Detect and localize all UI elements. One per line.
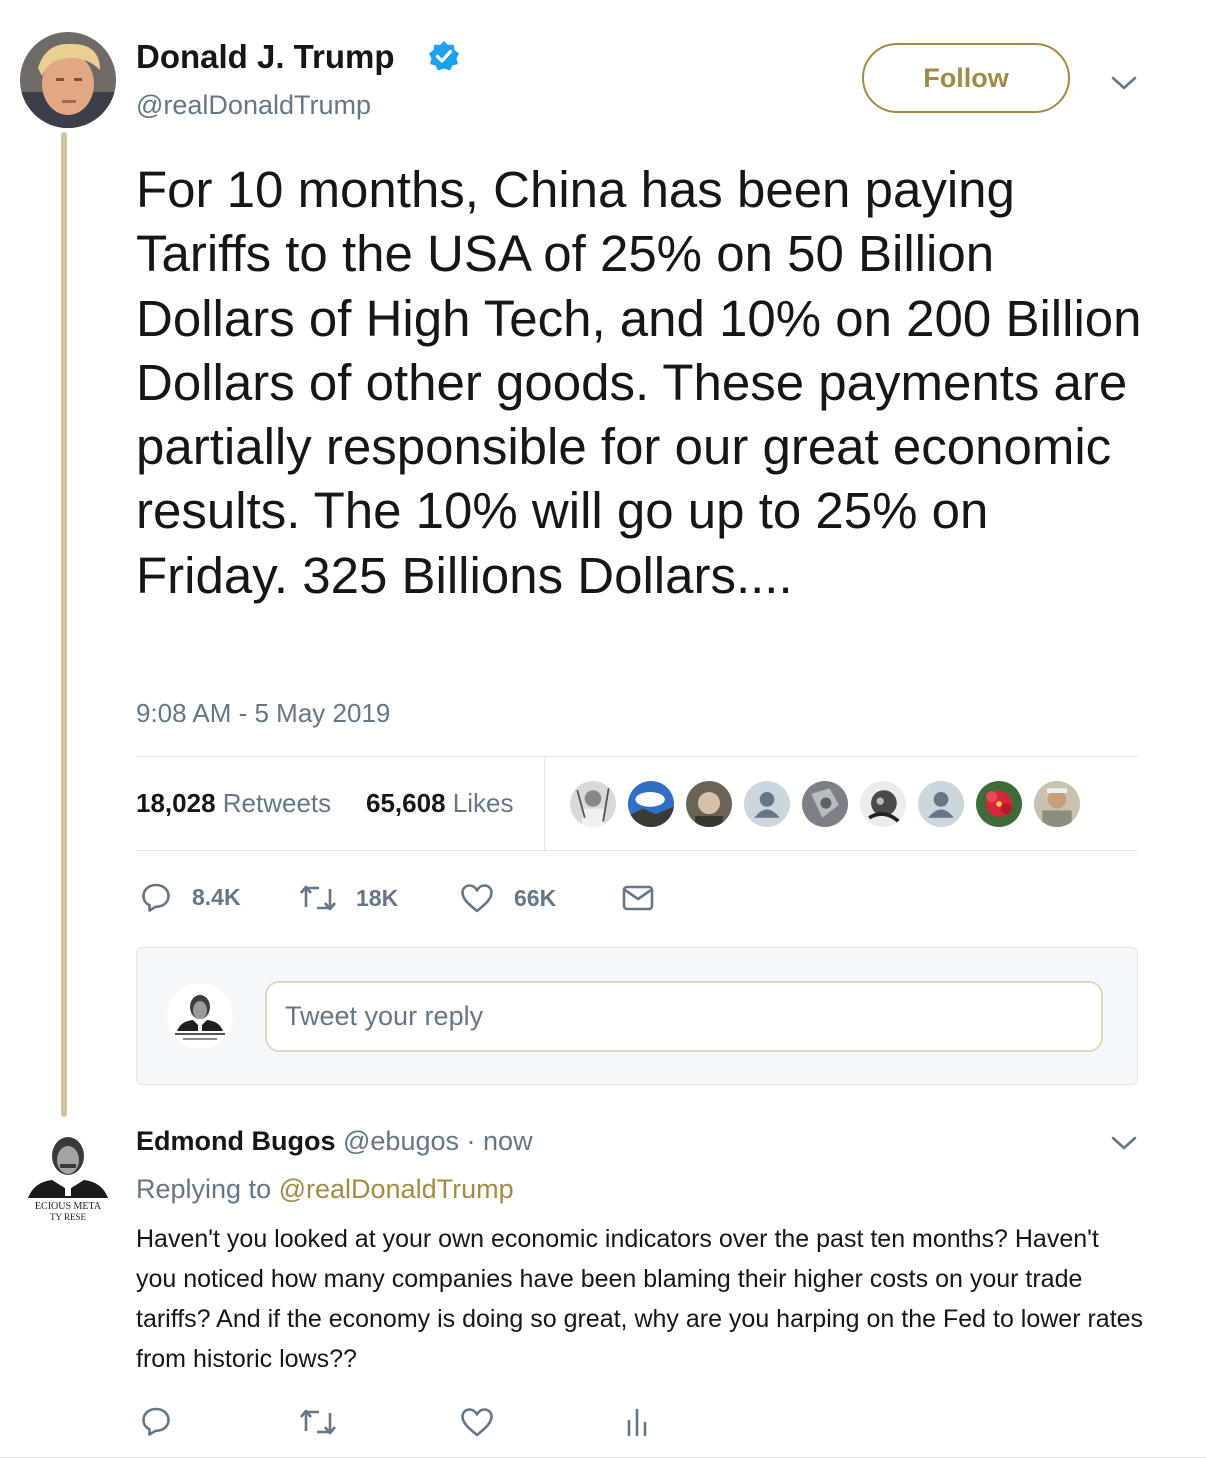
liker-avatar-elder-portrait[interactable] [1032,779,1082,829]
verified-badge-icon [429,41,459,71]
follow-button[interactable]: Follow [862,43,1070,113]
liker-avatar-sky-landscape[interactable] [626,779,676,829]
conversation-thread-line [61,132,67,1117]
likes-stat-count: 65,608 [366,788,446,818]
reply-separator: · [466,1126,476,1156]
retweets-stat-count: 18,028 [136,788,216,818]
replying-to-mention[interactable]: @realDonaldTrump [279,1174,514,1204]
reply-input[interactable] [265,981,1103,1052]
stats-vertical-divider [544,757,545,850]
reply-bubble-icon [142,1407,170,1436]
replying-to-prefix: Replying to [136,1174,272,1204]
reply-analytics-action[interactable] [625,1407,649,1437]
author-avatar[interactable] [20,32,116,128]
liker-avatar-face-photo[interactable] [684,779,734,829]
likes-stat[interactable]: 65,608 Likes [366,788,513,819]
reply-avatar-caption-line1: ECIOUS META [35,1201,102,1212]
reply-count: 8.4K [192,883,241,910]
liker-avatar-sketch-portrait[interactable] [568,779,618,829]
retweets-stat-label: Retweets [222,788,332,818]
heart-icon [461,884,493,913]
liker-avatar-default-2[interactable] [916,779,966,829]
stats-divider-bottom [136,850,1138,851]
liker-avatar-default[interactable] [742,779,792,829]
stats-divider-top [136,756,1138,757]
like-count: 66K [514,884,557,911]
composer-avatar [167,983,233,1049]
tweet-text: For 10 months, China has been paying Tar… [136,161,1142,604]
reply-action[interactable]: 8.4K [140,881,241,913]
heart-icon [461,1408,493,1437]
liker-avatar-red-flower[interactable] [974,779,1024,829]
reply-time[interactable]: now [483,1126,533,1156]
reply-author-avatar[interactable]: ECIOUS META TY RESE [20,1130,116,1226]
author-handle[interactable]: @realDonaldTrump [136,90,371,121]
reply-reply-action[interactable] [140,1405,172,1437]
author-name[interactable]: Donald J. Trump [136,38,395,76]
replying-to-line: Replying to @realDonaldTrump [136,1174,514,1205]
reply-avatar-caption-line2: TY RESE [50,1212,86,1222]
retweets-stat[interactable]: 18,028 Retweets [136,788,331,819]
likes-stat-label: Likes [452,788,514,818]
reply-options-chevron-icon[interactable] [1111,1135,1137,1151]
envelope-icon [622,885,654,911]
analytics-bars-icon [627,1408,647,1437]
reply-author-handle[interactable]: @ebugos [343,1126,459,1156]
like-action[interactable]: 66K [460,883,556,913]
retweet-count: 18K [356,884,399,911]
reply-retweet-action[interactable] [300,1407,336,1437]
reply-header: Edmond Bugos @ebugos · now [136,1126,533,1157]
retweet-action[interactable]: 18K [300,883,398,913]
retweet-icon [300,1409,336,1435]
tweet-timestamp[interactable]: 9:08 AM - 5 May 2019 [136,698,390,729]
direct-message-action[interactable] [622,884,654,912]
reply-text: Haven't you looked at your own economic … [136,1225,1144,1373]
liker-avatar-gray-photo[interactable] [800,779,850,829]
reply-like-action[interactable] [460,1407,494,1437]
liker-avatar-bw-face[interactable] [858,779,908,829]
tweet-options-chevron-icon[interactable] [1111,75,1137,91]
retweet-icon [300,885,336,911]
bottom-divider [0,1457,1206,1458]
reply-bubble-icon [142,883,170,912]
reply-author-name[interactable]: Edmond Bugos [136,1126,335,1156]
